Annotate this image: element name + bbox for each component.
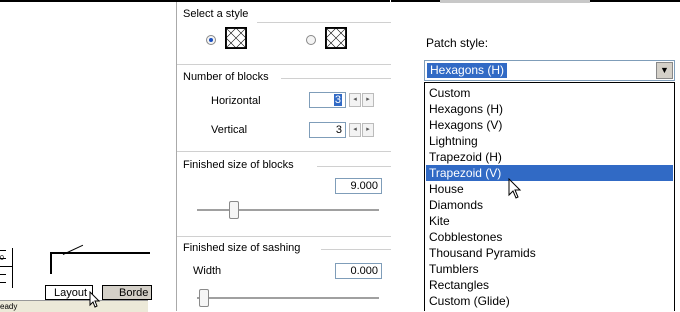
- list-item[interactable]: Hexagons (V): [426, 117, 673, 133]
- list-item[interactable]: Custom (Glide): [426, 293, 673, 309]
- divider: [257, 22, 391, 23]
- mouse-cursor-icon: [89, 291, 101, 308]
- list-item[interactable]: House: [426, 181, 673, 197]
- list-item[interactable]: Lightning: [426, 133, 673, 149]
- quilt-canvas[interactable]: [50, 252, 150, 274]
- list-item[interactable]: Cobblestones: [426, 229, 673, 245]
- patch-style-selected-value: Hexagons (H): [427, 63, 508, 78]
- straight-set-icon: [225, 27, 247, 49]
- list-item[interactable]: Tumblers: [426, 261, 673, 277]
- tab-layout[interactable]: Layout: [45, 285, 93, 300]
- on-point-icon: [325, 27, 347, 49]
- list-item[interactable]: Rectangles: [426, 277, 673, 293]
- divider: [281, 78, 391, 79]
- layout-style-panel: Select a style Number of blocks Horizont…: [176, 0, 391, 311]
- sashing-slider-thumb[interactable]: [199, 289, 209, 307]
- horizontal-label: Horizontal: [211, 95, 261, 107]
- select-style-title: Select a style: [183, 8, 249, 20]
- list-item[interactable]: Custom: [426, 85, 673, 101]
- list-item[interactable]: Hexagons (H): [426, 101, 673, 117]
- horizontal-input[interactable]: 3: [309, 92, 346, 108]
- finished-blocks-slider-track[interactable]: [197, 209, 379, 212]
- divider: [177, 64, 391, 65]
- status-bar: eady: [0, 300, 148, 312]
- top-scroll-strip: [440, 0, 590, 3]
- vertical-label: Vertical: [211, 124, 248, 136]
- sashing-width-input[interactable]: 0.000: [335, 263, 382, 279]
- list-item[interactable]: Trapezoid (H): [426, 149, 673, 165]
- list-item[interactable]: Diamonds: [426, 197, 673, 213]
- list-item-highlighted[interactable]: Trapezoid (V): [426, 165, 673, 181]
- patch-style-combobox[interactable]: Hexagons (H) ▼: [424, 60, 675, 81]
- finished-sashing-title: Finished size of sashing: [183, 242, 301, 254]
- finished-blocks-slider-thumb[interactable]: [229, 201, 239, 219]
- top-border-dark: [176, 0, 390, 2]
- horizontal-decrement-button[interactable]: ◂: [349, 93, 361, 107]
- style-radio-2[interactable]: [306, 35, 316, 45]
- list-item[interactable]: Thousand Pyramids: [426, 245, 673, 261]
- vertical-ruler: [0, 248, 13, 288]
- ruler-number: 0: [0, 255, 4, 262]
- sashing-slider-track[interactable]: [197, 297, 379, 300]
- list-item[interactable]: Kite: [426, 213, 673, 229]
- finished-blocks-title: Finished size of blocks: [183, 159, 294, 171]
- mouse-cursor-icon: [508, 178, 522, 199]
- style-radio-1[interactable]: [206, 35, 216, 45]
- width-label: Width: [193, 265, 222, 277]
- patch-style-list[interactable]: Custom Hexagons (H) Hexagons (V) Lightni…: [424, 82, 675, 311]
- vertical-increment-button[interactable]: ▸: [362, 123, 374, 137]
- chevron-down-icon[interactable]: ▼: [656, 62, 673, 79]
- vertical-input[interactable]: 3: [309, 122, 346, 138]
- finished-blocks-input[interactable]: 9.000: [335, 178, 382, 194]
- divider: [177, 236, 391, 237]
- horizontal-value: 3: [333, 94, 342, 106]
- divider: [321, 249, 391, 250]
- vertical-decrement-button[interactable]: ◂: [349, 123, 361, 137]
- tab-borders[interactable]: Borde: [102, 285, 152, 300]
- horizontal-increment-button[interactable]: ▸: [362, 93, 374, 107]
- patch-style-label: Patch style:: [426, 36, 489, 50]
- divider: [317, 166, 391, 167]
- divider: [177, 151, 391, 152]
- number-of-blocks-title: Number of blocks: [183, 71, 269, 83]
